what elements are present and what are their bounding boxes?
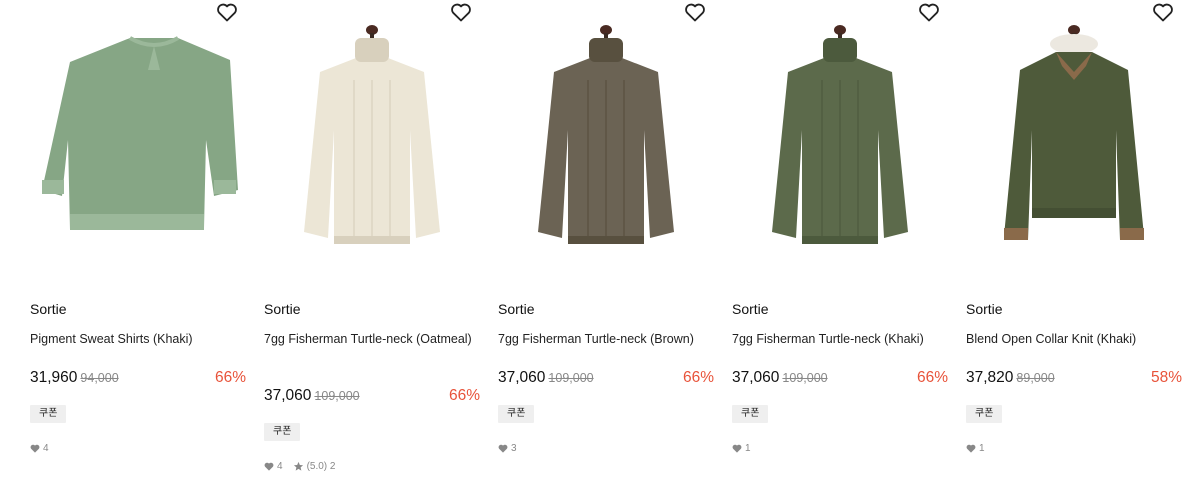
wishlist-heart-icon[interactable] [1151, 0, 1175, 24]
coupon-badge: 쿠폰 [264, 423, 301, 441]
price-row: 37,060 109,000 66% [498, 369, 714, 391]
product-grid: Sortie Pigment Sweat Shirts (Khaki) 31,9… [0, 0, 1198, 503]
sale-price: 37,060 [498, 369, 546, 386]
sale-price: 37,060 [264, 387, 312, 404]
product-stats: 1 [966, 441, 985, 455]
product-brand[interactable]: Sortie [498, 301, 535, 317]
like-count: 4 [43, 442, 49, 454]
price-row: 37,060 109,000 66% [264, 387, 480, 409]
garment-illustration [1004, 25, 1144, 240]
price-row: 37,820 89,000 58% [966, 369, 1182, 391]
garment-illustration [42, 36, 238, 230]
discount-rate: 66% [214, 369, 246, 386]
product-title[interactable]: Pigment Sweat Shirts (Khaki) [30, 331, 244, 348]
wishlist-heart-icon[interactable] [917, 0, 941, 24]
original-price: 109,000 [314, 389, 360, 403]
star-icon [293, 461, 303, 471]
coupon-badge: 쿠폰 [30, 405, 67, 423]
product-title[interactable]: 7gg Fisherman Turtle-neck (Khaki) [732, 331, 946, 348]
product-stats: 4 (5.0) 2 [264, 459, 335, 473]
product-card[interactable]: Sortie 7gg Fisherman Turtle-neck (Oatmea… [264, 0, 480, 472]
rating-score: (5.0) [306, 460, 328, 472]
original-price: 94,000 [80, 371, 119, 385]
product-image[interactable] [966, 0, 1182, 282]
review-count: 2 [329, 460, 336, 472]
product-image[interactable] [498, 0, 714, 282]
product-card[interactable]: Sortie Pigment Sweat Shirts (Khaki) 31,9… [30, 0, 246, 454]
like-heart-icon [264, 462, 274, 471]
wishlist-heart-icon[interactable] [449, 0, 473, 24]
product-image[interactable] [264, 0, 480, 282]
garment-illustration [304, 25, 440, 244]
product-card[interactable]: Sortie 7gg Fisherman Turtle-neck (Khaki)… [732, 0, 948, 454]
original-price: 109,000 [548, 371, 594, 385]
product-title[interactable]: Blend Open Collar Knit (Khaki) [966, 331, 1180, 348]
product-image[interactable] [732, 0, 948, 282]
sale-price: 37,820 [966, 369, 1014, 386]
like-heart-icon [30, 444, 40, 453]
like-count: 4 [277, 460, 283, 472]
product-image[interactable] [30, 0, 246, 282]
product-stats: 4 [30, 441, 49, 455]
product-brand[interactable]: Sortie [732, 301, 769, 317]
original-price: 109,000 [782, 371, 828, 385]
like-count: 1 [979, 442, 985, 454]
coupon-badge: 쿠폰 [732, 405, 769, 423]
product-title[interactable]: 7gg Fisherman Turtle-neck (Oatmeal) [264, 331, 478, 348]
price-row: 37,060 109,000 66% [732, 369, 948, 391]
product-card[interactable]: Sortie 7gg Fisherman Turtle-neck (Brown)… [498, 0, 714, 454]
discount-rate: 66% [916, 369, 948, 386]
product-title[interactable]: 7gg Fisherman Turtle-neck (Brown) [498, 331, 712, 348]
wishlist-heart-icon[interactable] [683, 0, 707, 24]
sale-price: 31,960 [30, 369, 78, 386]
product-stats: 3 [498, 441, 517, 455]
discount-rate: 58% [1150, 369, 1182, 386]
sale-price: 37,060 [732, 369, 780, 386]
coupon-badge: 쿠폰 [498, 405, 535, 423]
original-price: 89,000 [1016, 371, 1055, 385]
like-count: 1 [745, 442, 751, 454]
wishlist-heart-icon[interactable] [215, 0, 239, 24]
like-count: 3 [511, 442, 517, 454]
product-brand[interactable]: Sortie [966, 301, 1003, 317]
product-brand[interactable]: Sortie [264, 301, 301, 317]
product-brand[interactable]: Sortie [30, 301, 67, 317]
price-row: 31,960 94,000 66% [30, 369, 246, 391]
product-card[interactable]: Sortie Blend Open Collar Knit (Khaki) 37… [966, 0, 1182, 454]
like-heart-icon [966, 444, 976, 453]
discount-rate: 66% [682, 369, 714, 386]
garment-illustration [772, 25, 908, 244]
garment-illustration [538, 25, 674, 244]
coupon-badge: 쿠폰 [966, 405, 1003, 423]
product-stats: 1 [732, 441, 751, 455]
like-heart-icon [498, 444, 508, 453]
like-heart-icon [732, 444, 742, 453]
discount-rate: 66% [448, 387, 480, 404]
